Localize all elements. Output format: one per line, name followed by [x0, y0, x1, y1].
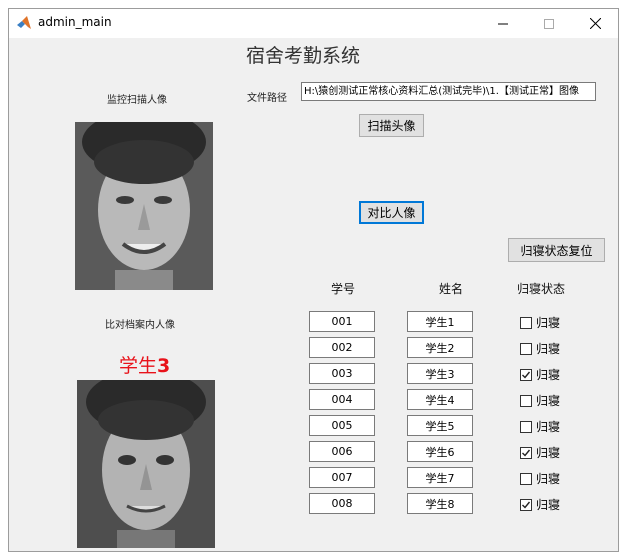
matched-name-prefix: 学生: [119, 355, 158, 377]
minimize-icon: [498, 23, 508, 24]
student-id-field[interactable]: 006: [309, 441, 375, 462]
maximize-button[interactable]: [526, 9, 572, 38]
student-name-field[interactable]: 学生2: [407, 337, 473, 358]
archive-face-image: [77, 380, 215, 548]
student-id-field[interactable]: 004: [309, 389, 375, 410]
status-checkbox[interactable]: 归寝: [520, 444, 560, 461]
student-name-field[interactable]: 学生7: [407, 467, 473, 488]
reset-status-button[interactable]: 归寝状态复位: [508, 238, 605, 262]
compare-face-button[interactable]: 对比人像: [359, 201, 424, 224]
student-id-field[interactable]: 008: [309, 493, 375, 514]
minimize-button[interactable]: [480, 9, 526, 38]
matlab-icon: [17, 16, 31, 29]
student-id-field[interactable]: 001: [309, 311, 375, 332]
matched-name-number: 3: [157, 355, 171, 377]
compare-image-label: 比对档案内人像: [105, 320, 175, 331]
student-name-field[interactable]: 学生4: [407, 389, 473, 410]
student-name-field[interactable]: 学生5: [407, 415, 473, 436]
window-title: admin_main: [38, 15, 112, 29]
checkbox-empty-icon: [520, 472, 532, 485]
status-checkbox-label: 归寝: [536, 472, 561, 486]
title-bar[interactable]: admin_main: [9, 9, 618, 38]
checkbox-empty-icon: [520, 342, 532, 355]
status-checkbox-label: 归寝: [536, 342, 561, 356]
student-id-field[interactable]: 007: [309, 467, 375, 488]
status-header: 归寝状态: [517, 282, 566, 296]
status-checkbox[interactable]: 归寝: [520, 314, 560, 331]
app-window: admin_main 宿舍考勤系统 监控扫描人像 比对档案内人像 学生3 文件路…: [8, 8, 619, 552]
status-checkbox-label: 归寝: [536, 394, 561, 408]
student-name-header: 姓名: [439, 282, 464, 296]
student-name-field[interactable]: 学生8: [407, 493, 473, 514]
checkmark-icon: [520, 446, 532, 459]
status-checkbox[interactable]: 归寝: [520, 470, 560, 487]
status-checkbox[interactable]: 归寝: [520, 392, 560, 409]
file-path-input[interactable]: H:\猿创测试正常核心资料汇总(测试完毕)\1.【测试正常】图像: [301, 82, 596, 101]
student-name-field[interactable]: 学生6: [407, 441, 473, 462]
checkbox-empty-icon: [520, 394, 532, 407]
status-checkbox-label: 归寝: [536, 368, 561, 382]
checkbox-empty-icon: [520, 316, 532, 329]
status-checkbox-label: 归寝: [536, 316, 561, 330]
student-id-field[interactable]: 005: [309, 415, 375, 436]
scan-face-button[interactable]: 扫描头像: [359, 114, 424, 137]
client-area: 宿舍考勤系统 监控扫描人像 比对档案内人像 学生3 文件路径 H:\猿创测试正常…: [9, 38, 618, 551]
matched-student-name: 学生3: [119, 351, 170, 378]
status-checkbox[interactable]: 归寝: [520, 496, 560, 513]
student-id-header: 学号: [331, 282, 356, 296]
status-checkbox-label: 归寝: [536, 498, 561, 512]
checkmark-icon: [520, 368, 532, 381]
status-checkbox[interactable]: 归寝: [520, 340, 560, 357]
maximize-icon: [544, 18, 554, 29]
checkbox-empty-icon: [520, 420, 532, 433]
status-checkbox[interactable]: 归寝: [520, 366, 560, 383]
status-checkbox[interactable]: 归寝: [520, 418, 560, 435]
page-title: 宿舍考勤系统: [246, 45, 361, 67]
student-id-field[interactable]: 002: [309, 337, 375, 358]
file-path-label: 文件路径: [247, 93, 287, 104]
scanned-face-image: [75, 122, 213, 290]
status-checkbox-label: 归寝: [536, 420, 561, 434]
checkmark-icon: [520, 498, 532, 511]
scan-image-label: 监控扫描人像: [107, 95, 167, 106]
close-icon: [589, 18, 601, 29]
status-checkbox-label: 归寝: [536, 446, 561, 460]
student-id-field[interactable]: 003: [309, 363, 375, 384]
close-button[interactable]: [572, 9, 618, 38]
student-name-field[interactable]: 学生3: [407, 363, 473, 384]
student-name-field[interactable]: 学生1: [407, 311, 473, 332]
